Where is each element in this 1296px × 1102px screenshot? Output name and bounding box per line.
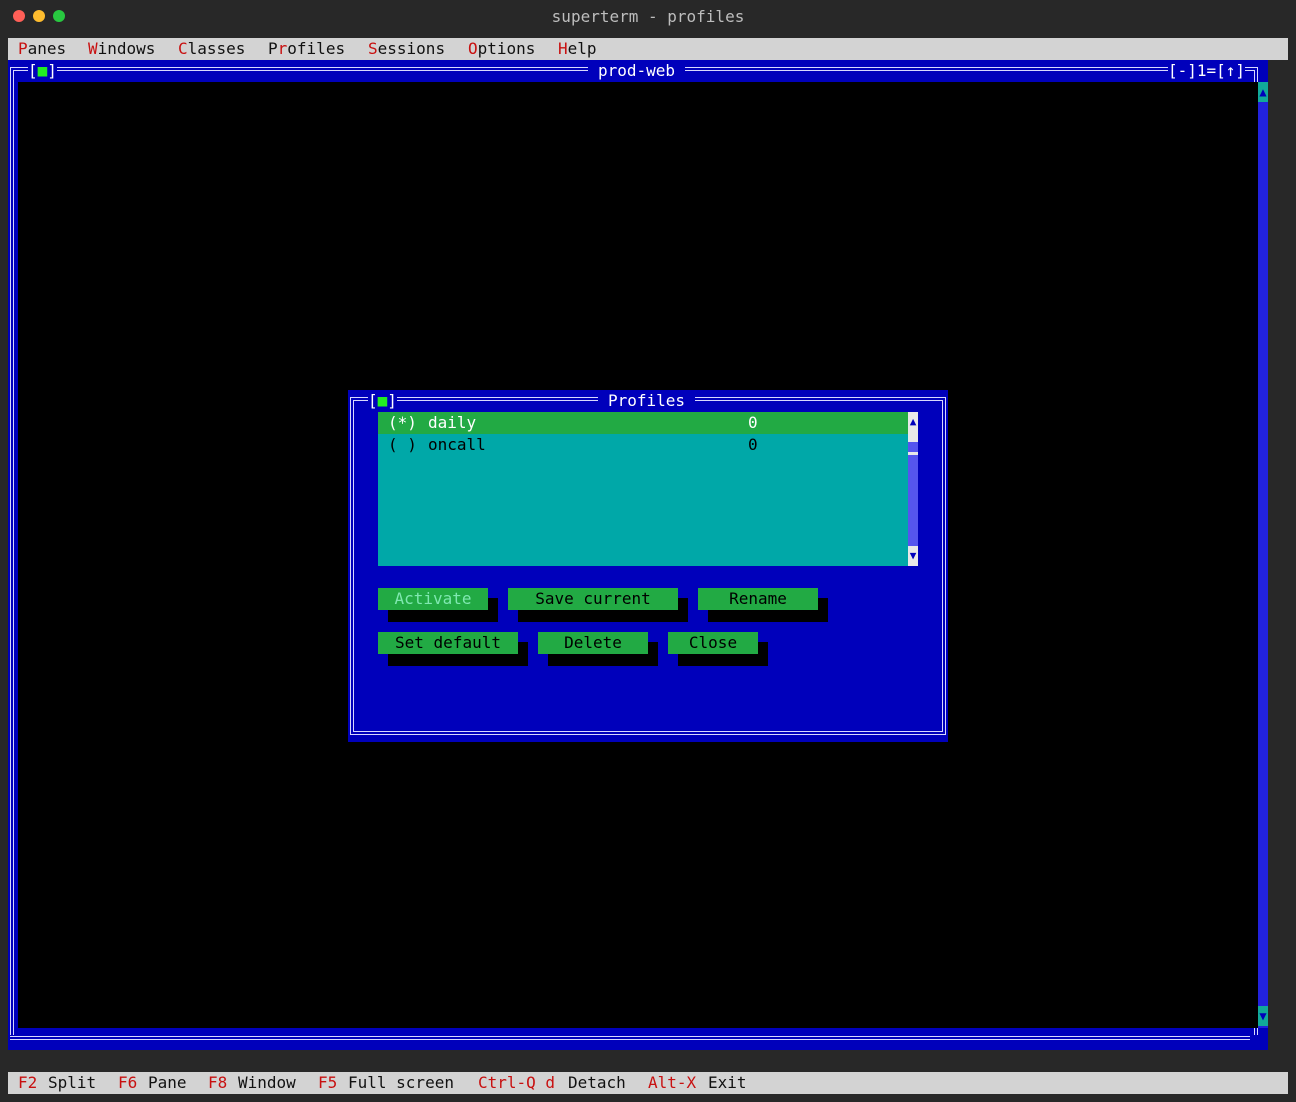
menu-options[interactable]: Options (468, 38, 535, 60)
menu-help[interactable]: Help (558, 38, 597, 60)
list-scroll-down-icon[interactable]: ▼ (908, 546, 918, 566)
menu-windows[interactable]: Windows (88, 38, 155, 60)
window-title: superterm - profiles (551, 7, 745, 26)
delete-button[interactable]: Delete (538, 632, 648, 654)
menu-bar: Panes Windows Classes Profiles Sessions … (8, 38, 1288, 60)
profile-count: 0 (748, 413, 758, 432)
list-item[interactable]: (*) daily 0 (378, 412, 908, 434)
close-box-icon: ■ (37, 61, 48, 80)
button-shadow (678, 654, 768, 666)
status-label-exit[interactable]: Exit (708, 1072, 747, 1094)
profile-name: daily (428, 413, 477, 432)
dialog-title: Profiles (598, 390, 696, 412)
button-shadow (708, 610, 828, 622)
activate-button[interactable]: Activate (378, 588, 488, 610)
button-shadow (548, 654, 658, 666)
status-label-window[interactable]: Window (238, 1072, 296, 1094)
status-label-pane[interactable]: Pane (148, 1072, 187, 1094)
scroll-down-icon[interactable]: ▼ (1258, 1006, 1268, 1026)
pane-scrollbar[interactable] (1258, 82, 1268, 1028)
list-item[interactable]: ( ) oncall 0 (378, 434, 908, 456)
close-button[interactable]: Close (668, 632, 758, 654)
pane-right-controls[interactable]: [-]1=[↑] (1168, 60, 1246, 82)
list-scroll-marker (908, 452, 918, 455)
pane-close-box[interactable]: [■] (28, 60, 57, 82)
menu-profiles[interactable]: Profiles (268, 38, 345, 60)
profile-name: oncall (428, 435, 486, 454)
pane-frame-bottom (10, 1030, 1250, 1040)
radio-marker: ( ) (388, 435, 417, 454)
rename-button[interactable]: Rename (698, 588, 818, 610)
status-label-detach[interactable]: Detach (568, 1072, 626, 1094)
profile-count: 0 (748, 435, 758, 454)
list-scroll-thumb[interactable] (908, 432, 918, 442)
status-key-window[interactable]: F8 (208, 1072, 227, 1094)
menu-classes[interactable]: Classes (178, 38, 245, 60)
status-key-fullscreen[interactable]: F5 (318, 1072, 337, 1094)
menu-sessions[interactable]: Sessions (368, 38, 445, 60)
status-label-split[interactable]: Split (48, 1072, 96, 1094)
dialog-close-box[interactable]: [■] (368, 390, 397, 412)
status-bar: F2 Split F6 Pane F8 Window F5 Full scree… (8, 1072, 1288, 1094)
status-key-detach[interactable]: Ctrl-Q d (478, 1072, 555, 1094)
button-shadow (518, 610, 688, 622)
pane-title: prod-web (588, 60, 686, 82)
profiles-list[interactable]: (*) daily 0 ( ) oncall 0 (378, 412, 908, 566)
button-shadow (388, 610, 498, 622)
scroll-up-icon[interactable]: ▲ (1258, 82, 1268, 102)
menu-panes[interactable]: Panes (18, 38, 66, 60)
button-shadow (388, 654, 528, 666)
list-scroll-up-icon[interactable]: ▲ (908, 412, 918, 432)
status-label-fullscreen[interactable]: Full screen (348, 1072, 454, 1094)
status-key-pane[interactable]: F6 (118, 1072, 137, 1094)
set-default-button[interactable]: Set default (378, 632, 518, 654)
radio-marker: (*) (388, 413, 417, 432)
save-current-button[interactable]: Save current (508, 588, 678, 610)
status-key-split[interactable]: F2 (18, 1072, 37, 1094)
close-box-icon: ■ (377, 391, 388, 410)
status-key-exit[interactable]: Alt-X (648, 1072, 696, 1094)
